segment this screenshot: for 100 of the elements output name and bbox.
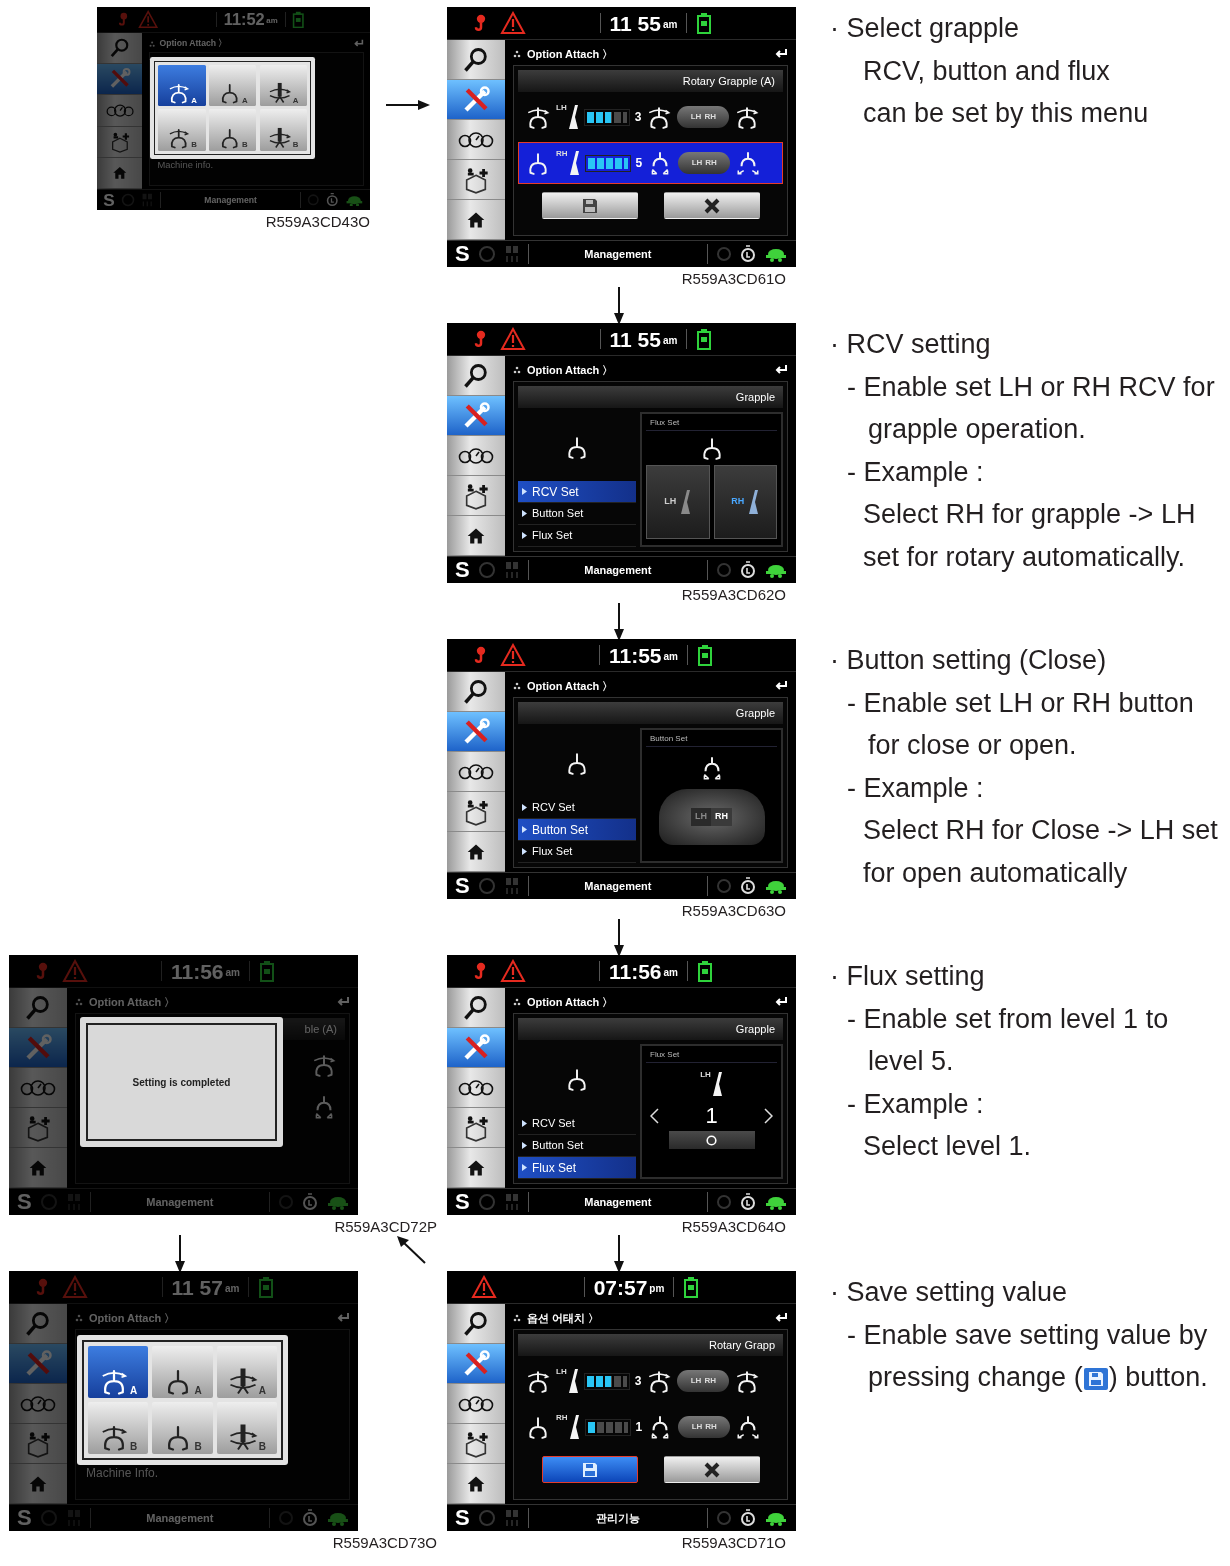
return-icon[interactable] (774, 48, 788, 60)
switch-label: LH (691, 1423, 703, 1431)
engine-icon (302, 1192, 318, 1212)
button-option[interactable]: RH (711, 808, 732, 826)
dots-icon (148, 40, 155, 47)
ok-button[interactable] (668, 1131, 755, 1149)
return-icon[interactable] (774, 996, 788, 1008)
chevron-left-icon[interactable] (650, 1108, 659, 1124)
attachment-option[interactable]: A (158, 65, 206, 107)
note-text: - Enable set LH or RH button for close or open. (846, 686, 1195, 762)
figure-code: R559A3CD63O (680, 901, 787, 921)
button-option[interactable]: LH (691, 808, 711, 826)
lever-option[interactable]: LH (646, 465, 710, 539)
attachment-option[interactable]: A (216, 1346, 277, 1398)
note-text: - Example : (846, 1087, 985, 1121)
menu-title: Management (583, 562, 653, 578)
dots-icon (513, 682, 521, 690)
save-button[interactable] (541, 192, 638, 219)
figure-code: R559A3CD64O (680, 1217, 787, 1237)
s-indicator: S (455, 559, 470, 581)
lever-label: LH (556, 104, 567, 112)
rotator-icon (227, 1422, 258, 1452)
menu-item[interactable]: Flux Set (518, 525, 636, 547)
search-icon[interactable] (462, 677, 490, 706)
option-variant: B (194, 1442, 202, 1452)
down-arrow (613, 1235, 624, 1273)
save-icon (1083, 1368, 1108, 1390)
warning-icon (62, 1275, 88, 1299)
option-variant: B (130, 1442, 138, 1452)
attachment-option[interactable]: B (158, 109, 206, 151)
note-text: - Example : (846, 455, 985, 489)
grid-icon (503, 245, 520, 263)
menu-item[interactable]: Button Set (518, 819, 636, 841)
menu-item[interactable]: Flux Set (518, 1157, 636, 1179)
engine-icon (740, 244, 756, 264)
note-heading: · RCV setting (830, 328, 992, 361)
attachment-option[interactable]: B (208, 109, 257, 151)
attachment-option[interactable]: B (152, 1402, 213, 1454)
s-indicator: S (455, 1191, 470, 1213)
menu-item[interactable]: Flux Set (518, 841, 636, 863)
triangle-icon (522, 804, 527, 811)
close-button[interactable] (663, 1456, 760, 1483)
search-icon[interactable] (462, 993, 490, 1022)
attachment-option[interactable]: B (259, 109, 308, 151)
clock-time: 11 55 (609, 12, 661, 34)
engine-icon (740, 876, 756, 896)
search-icon[interactable] (462, 361, 490, 390)
lever-label: LH (664, 495, 677, 509)
down-arrow (613, 919, 624, 957)
battery-icon (696, 328, 713, 350)
clock-time: 11 57 (171, 1276, 223, 1298)
note-text: - Enable save setting value by pressing change ( ) button. (846, 1318, 1209, 1394)
level-reading: 1 (635, 1419, 643, 1436)
right-arrow (385, 99, 430, 110)
menu-item[interactable]: Button Set (518, 503, 636, 525)
attachment-option[interactable]: A (259, 65, 308, 107)
search-icon[interactable] (462, 1309, 490, 1338)
switch-label: RH (704, 1377, 716, 1385)
close-button[interactable] (663, 192, 760, 219)
note-text: can be set by this menu (862, 97, 1150, 130)
attachment-option[interactable]: B (216, 1402, 277, 1454)
engine-icon (740, 560, 756, 580)
return-icon[interactable] (774, 1312, 788, 1324)
setting-row[interactable]: LH 3 LH RH (518, 96, 783, 138)
return-icon[interactable] (774, 364, 788, 376)
save-button[interactable] (541, 1456, 638, 1483)
clock-meridiem: am (663, 650, 678, 664)
s-indicator: S (455, 243, 470, 265)
clock-time: 11:55 (609, 644, 662, 666)
option-variant: A (258, 1386, 266, 1396)
turtle-icon (326, 1194, 350, 1210)
search-icon[interactable] (462, 45, 490, 74)
lever-option[interactable]: RH (713, 465, 777, 539)
menu-item[interactable]: RCV Set (518, 481, 636, 503)
lever-icon (566, 1368, 579, 1394)
battery-icon (696, 12, 713, 34)
circle-icon (706, 1134, 717, 1146)
attachment-title: Grapple (518, 1018, 783, 1040)
attachment-option[interactable]: A (208, 65, 257, 107)
setting-row[interactable]: RH 1 LH RH (518, 1406, 783, 1448)
s-indicator: S (455, 875, 470, 897)
chevron-right-icon[interactable] (764, 1108, 773, 1124)
setting-row[interactable]: RH 5 LH RH (518, 142, 783, 184)
note-heading: · Flux setting (830, 960, 986, 993)
menu-title: Management (583, 246, 653, 262)
setting-row[interactable]: LH 3 LH RH (518, 1360, 783, 1402)
warning-icon (500, 327, 526, 351)
turtle-icon (764, 878, 788, 894)
attachment-option[interactable]: A (152, 1346, 213, 1398)
option-variant: A (130, 1386, 138, 1396)
switch-label: LH (690, 1377, 702, 1385)
clock-time: 11:52 (223, 11, 265, 28)
battery-icon (697, 960, 713, 982)
figure-code: R559A3CD62O (680, 585, 787, 605)
attachment-option[interactable]: A (88, 1346, 149, 1398)
return-icon[interactable] (774, 680, 788, 692)
attachment-option[interactable]: B (88, 1402, 149, 1454)
lever-icon (710, 1071, 723, 1097)
menu-item[interactable]: RCV Set (518, 1113, 636, 1135)
menu-title: Management (145, 1510, 215, 1526)
